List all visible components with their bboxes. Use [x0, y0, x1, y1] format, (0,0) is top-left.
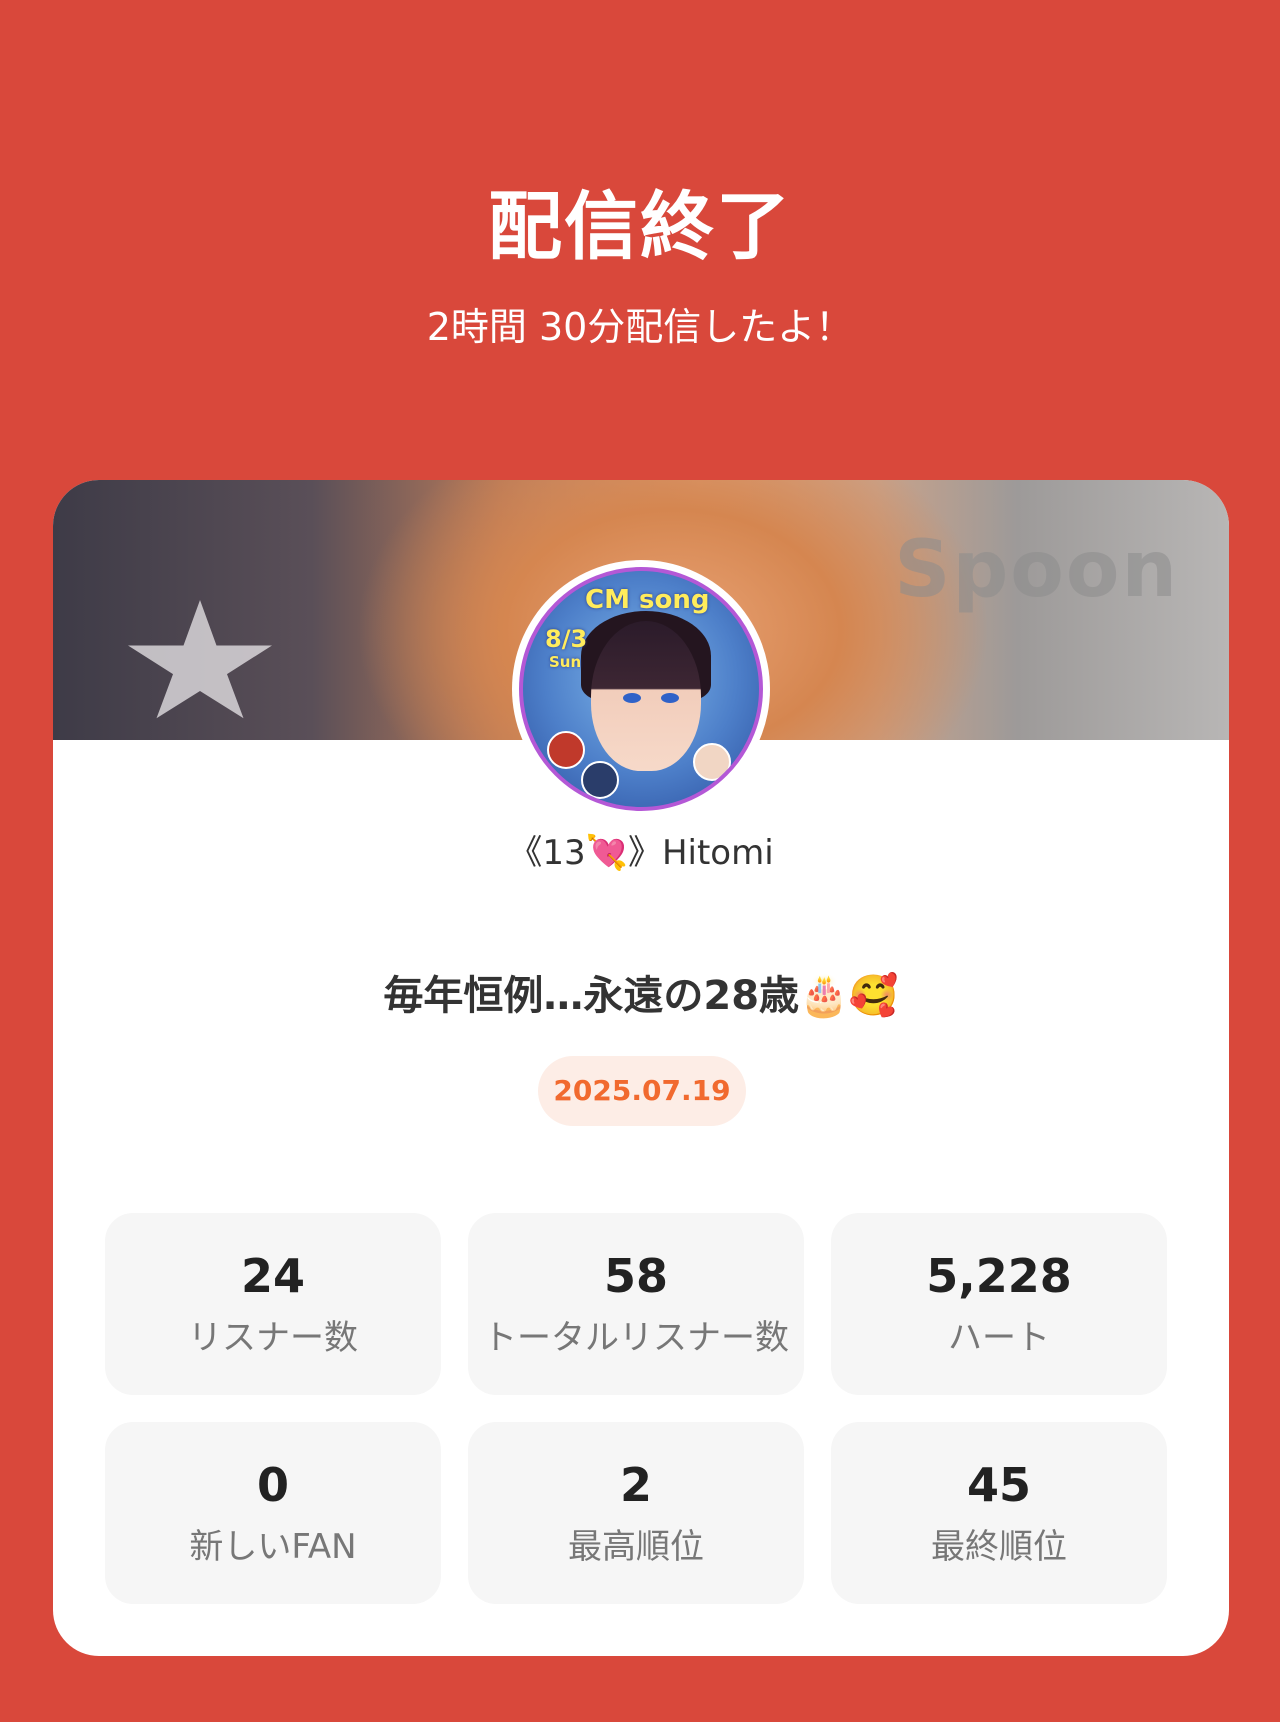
date-badge: 2025.07.19 — [538, 1056, 746, 1126]
avatar-badge-1 — [547, 731, 585, 769]
stat-listeners: 24 リスナー数 — [105, 1213, 441, 1395]
username[interactable]: 《13💘》Hitomi — [53, 836, 1229, 870]
header: 配信終了 2時間 30分配信したよ！ — [0, 190, 1280, 346]
stat-value: 24 — [240, 1249, 305, 1303]
avatar-image: CM song 8/3 Sun — [519, 567, 763, 811]
avatar-caption-2: 8/3 — [545, 625, 588, 653]
summary-card: Spoon CM song 8/3 Sun 《13💘》Hitomi 毎年恒例…永… — [53, 480, 1229, 1656]
stat-hearts: 5,228 ハート — [831, 1213, 1167, 1395]
stat-value: 45 — [966, 1458, 1031, 1512]
stat-label: リスナー数 — [188, 1318, 358, 1358]
avatar-badge-2 — [581, 761, 619, 799]
stat-value: 0 — [256, 1458, 289, 1512]
duration-subtitle: 2時間 30分配信したよ！ — [426, 305, 854, 349]
stat-total-listeners: 58 トータルリスナー数 — [468, 1213, 804, 1395]
avatar-eye-left — [623, 693, 641, 703]
stat-value: 5,228 — [926, 1249, 1072, 1303]
stream-title: 毎年恒例…永遠の28歳🎂🥰 — [383, 973, 899, 1019]
stat-final-rank: 45 最終順位 — [831, 1422, 1167, 1604]
stat-label: 最高順位 — [568, 1527, 704, 1567]
stat-label: 最終順位 — [931, 1527, 1067, 1567]
star-decoration — [128, 600, 272, 719]
avatar-badge-3 — [693, 743, 731, 781]
stat-label: トータルリスナー数 — [483, 1318, 789, 1358]
stat-label: ハート — [948, 1318, 1050, 1358]
page-title: 配信終了 — [488, 184, 792, 270]
avatar-face — [591, 621, 701, 771]
stat-value: 58 — [603, 1249, 668, 1303]
avatar[interactable]: CM song 8/3 Sun — [512, 560, 770, 818]
stat-value: 2 — [619, 1458, 652, 1512]
stat-highest-rank: 2 最高順位 — [468, 1422, 804, 1604]
avatar-caption-3: Sun — [549, 653, 582, 671]
avatar-caption-1: CM song — [585, 585, 710, 615]
stat-label: 新しいFAN — [189, 1527, 357, 1567]
spoon-watermark: Spoon — [894, 525, 1179, 615]
stats-grid: 24 リスナー数 58 トータルリスナー数 5,228 ハート 0 新しいFAN… — [105, 1213, 1167, 1604]
avatar-eye-right — [661, 693, 679, 703]
stat-new-fans: 0 新しいFAN — [105, 1422, 441, 1604]
